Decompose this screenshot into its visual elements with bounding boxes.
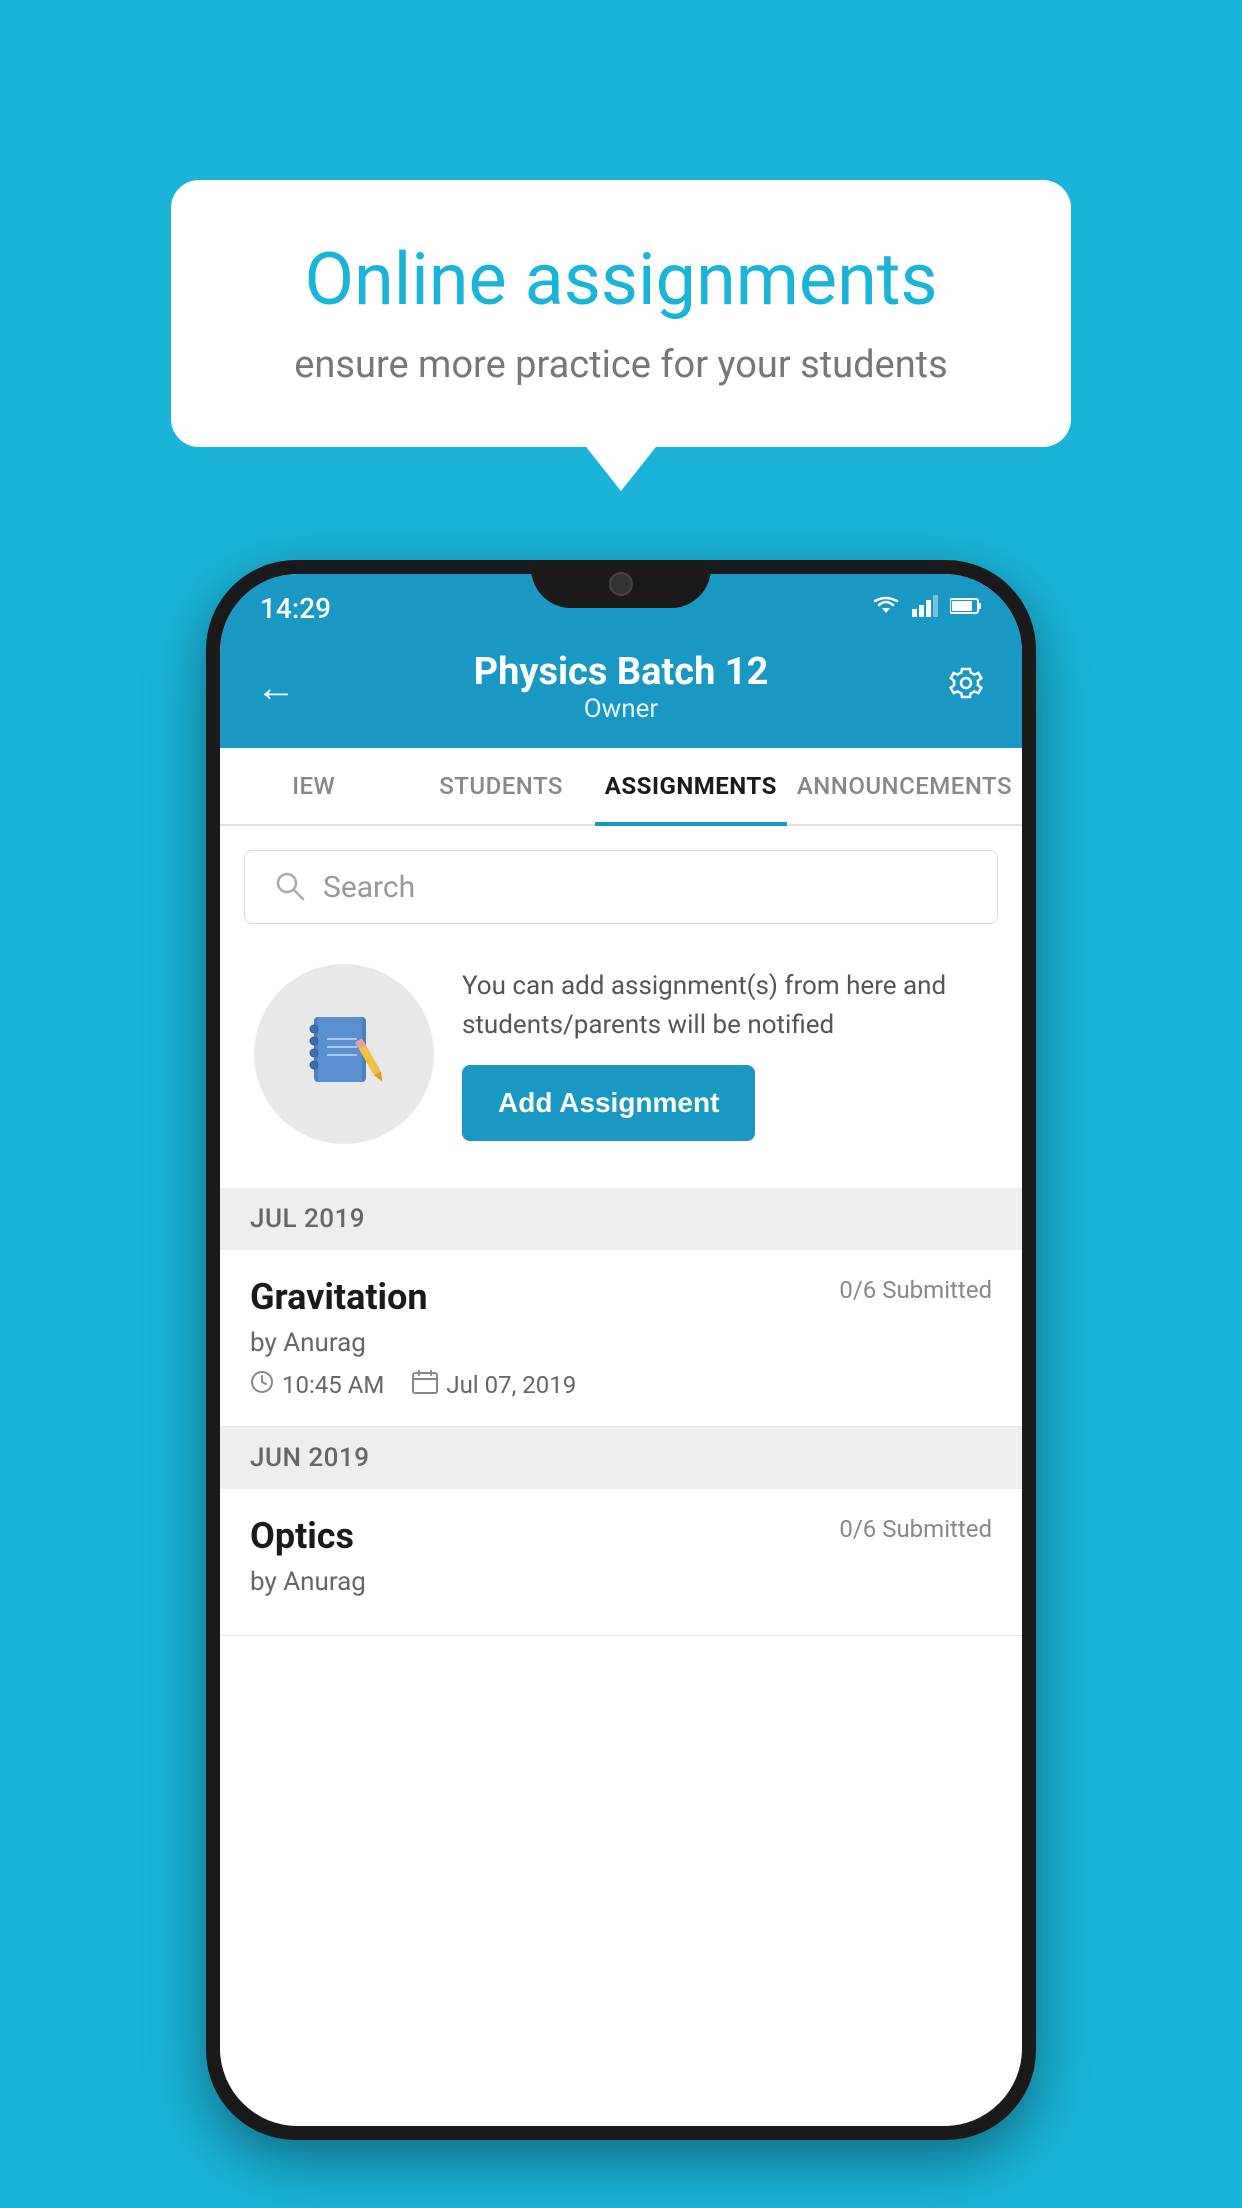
assignment-top: Gravitation 0/6 Submitted	[250, 1276, 992, 1318]
assignment-time: 10:45 AM	[282, 1371, 384, 1399]
assignment-top-optics: Optics 0/6 Submitted	[250, 1515, 992, 1557]
assignment-author-optics: by Anurag	[250, 1567, 992, 1597]
search-icon	[273, 869, 323, 905]
header-center: Physics Batch 12 Owner	[474, 650, 769, 724]
status-icons	[872, 595, 982, 621]
tab-students[interactable]: STUDENTS	[407, 748, 594, 824]
front-camera	[609, 572, 633, 596]
add-assignment-button[interactable]: Add Assignment	[462, 1065, 755, 1141]
promo-title: Online assignments	[251, 240, 991, 319]
header-subtitle: Owner	[474, 694, 769, 724]
assignment-meta: 10:45 AM Jul 07, 201	[250, 1370, 992, 1400]
app-promo-section: You can add assignment(s) from here and …	[244, 944, 998, 1164]
tab-announcements[interactable]: ANNOUNCEMENTS	[787, 748, 1022, 824]
promo-description: You can add assignment(s) from here and …	[462, 967, 988, 1045]
notebook-icon	[299, 1007, 389, 1101]
header-title: Physics Batch 12	[474, 650, 769, 694]
status-time: 14:29	[260, 592, 331, 625]
search-bar[interactable]: Search	[244, 850, 998, 924]
calendar-icon	[412, 1370, 438, 1400]
assignment-submitted-optics: 0/6 Submitted	[839, 1515, 992, 1543]
assignment-item-optics[interactable]: Optics 0/6 Submitted by Anurag	[220, 1489, 1022, 1636]
section-header-jun: JUN 2019	[220, 1427, 1022, 1489]
assignment-author: by Anurag	[250, 1328, 992, 1358]
battery-icon	[950, 597, 982, 619]
assignment-name: Gravitation	[250, 1276, 428, 1318]
tab-iew[interactable]: IEW	[220, 748, 407, 824]
settings-button[interactable]	[946, 663, 986, 712]
promo-subtitle: ensure more practice for your students	[251, 343, 991, 387]
phone-notch	[531, 560, 711, 608]
tab-bar: IEW STUDENTS ASSIGNMENTS ANNOUNCEMENTS	[220, 748, 1022, 826]
tab-assignments[interactable]: ASSIGNMENTS	[595, 748, 787, 824]
meta-date: Jul 07, 2019	[412, 1370, 576, 1400]
promo-card: Online assignments ensure more practice …	[171, 180, 1071, 447]
promo-right: You can add assignment(s) from here and …	[462, 967, 988, 1141]
assignment-name-optics: Optics	[250, 1515, 354, 1557]
section-header-jul: JUL 2019	[220, 1188, 1022, 1250]
app-header: ← Physics Batch 12 Owner	[220, 632, 1022, 748]
phone-frame: 14:29	[206, 560, 1036, 2140]
promo-icon-circle	[254, 964, 434, 1144]
phone-frame-wrapper: 14:29	[206, 560, 1036, 2140]
back-button[interactable]: ←	[256, 664, 296, 711]
phone-screen: 14:29	[220, 574, 1022, 2126]
assignment-item-gravitation[interactable]: Gravitation 0/6 Submitted by Anurag	[220, 1250, 1022, 1427]
signal-icon	[912, 595, 938, 621]
content-area: Search	[220, 826, 1022, 2126]
assignment-submitted: 0/6 Submitted	[839, 1276, 992, 1304]
search-placeholder: Search	[323, 870, 415, 905]
meta-time: 10:45 AM	[250, 1370, 384, 1400]
assignment-date: Jul 07, 2019	[446, 1371, 576, 1399]
wifi-icon	[872, 595, 900, 621]
clock-icon	[250, 1370, 274, 1400]
